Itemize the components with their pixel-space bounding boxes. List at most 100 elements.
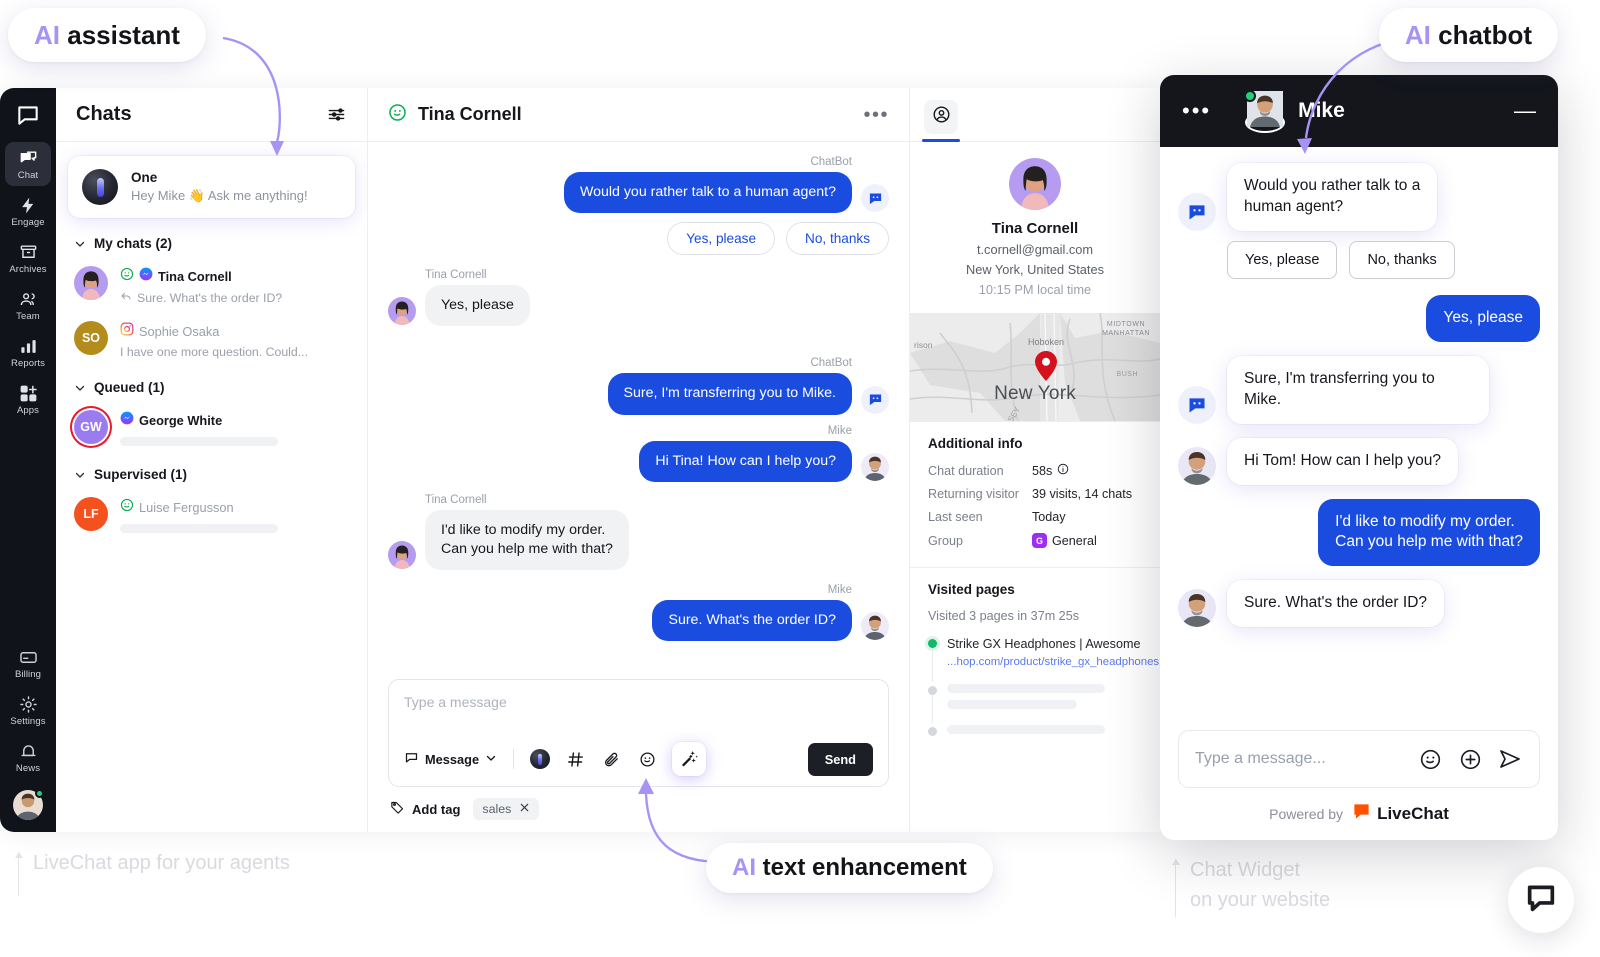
conversation-title: Tina Cornell <box>418 104 522 124</box>
avatar-image <box>1245 91 1286 133</box>
widget-message-bubble: Yes, please <box>1426 294 1540 342</box>
happy-face-icon <box>120 267 134 286</box>
chat-list-item-meta: George White <box>120 410 349 446</box>
visited-page-text <box>947 723 1105 736</box>
more-dots-icon[interactable]: ••• <box>1182 100 1211 122</box>
lightning-icon <box>18 195 38 215</box>
emoji-icon[interactable] <box>1417 746 1443 772</box>
plus-circle-icon[interactable] <box>1457 746 1483 772</box>
attachment-icon[interactable] <box>600 748 622 770</box>
quick-replies: Yes, please No, thanks <box>388 222 889 256</box>
message-row: ChatBot Would you rather talk to a human… <box>388 156 889 214</box>
sidebar-item-chat[interactable]: Chat <box>5 142 51 186</box>
sidebar-item-billing[interactable]: Billing <box>5 641 51 685</box>
status-online-dot <box>35 789 44 798</box>
callout-ai-chatbot: AI chatbot <box>1378 8 1558 62</box>
section-header-queued[interactable]: Queued (1) <box>66 368 357 403</box>
message-block: ChatBot Would you rather talk to a human… <box>563 156 852 214</box>
primary-navigation-rail: Chat Engage Archives Team Reports Apps B… <box>0 88 56 832</box>
sidebar-item-label: Archives <box>9 264 47 275</box>
minimize-icon[interactable]: — <box>1514 100 1536 122</box>
info-icon[interactable] <box>1057 463 1069 478</box>
widget-composer[interactable]: Type a message... <box>1178 730 1540 788</box>
widget-message-bubble: Sure. What's the order ID? <box>1227 580 1445 628</box>
send-button[interactable]: Send <box>807 742 873 776</box>
magic-wand-icon[interactable] <box>672 742 707 776</box>
widget-quick-reply-yes[interactable]: Yes, please <box>1227 240 1338 279</box>
emoji-icon[interactable] <box>636 748 658 770</box>
sidebar-item-reports[interactable]: Reports <box>5 330 51 374</box>
chat-item-preview-row: I have one more question. Could... <box>120 345 349 359</box>
caption-text: Chat Widget on your website <box>1190 859 1331 911</box>
sidebar-item-label: Apps <box>16 405 40 416</box>
chat-list-item-tina[interactable]: Tina Cornell Sure. What's the order ID? <box>66 259 357 314</box>
avatar <box>1244 90 1286 133</box>
chat-item-name: One <box>131 170 158 185</box>
chat-item-one-assistant[interactable]: One Hey Mike 👋 Ask me anything! <box>68 156 355 218</box>
sidebar-item-news[interactable]: News <box>5 735 51 779</box>
close-icon[interactable] <box>519 802 530 816</box>
sidebar-item-apps[interactable]: Apps <box>5 377 51 421</box>
customer-name: Tina Cornell <box>991 220 1079 237</box>
visited-page-url[interactable]: ...hop.com/product/strike_gx_headphones <box>947 656 1159 668</box>
chat-bubble-fab[interactable] <box>1508 867 1574 933</box>
chat-list-item-george[interactable]: GW George White <box>66 403 357 455</box>
callout-ai-assistant: AI assistant <box>8 8 206 62</box>
caption-arrow <box>14 852 23 896</box>
sidebar-item-engage[interactable]: Engage <box>5 189 51 233</box>
composer-wrap: Type a message Message Send Add tag sale… <box>368 671 909 832</box>
more-dots-icon[interactable]: ••• <box>863 105 889 125</box>
chat-list-item-luise[interactable]: LF Luise Fergusson <box>66 490 357 542</box>
gear-icon <box>18 694 38 714</box>
sidebar-item-label: Settings <box>10 716 46 727</box>
message-block: ChatBot Sure, I'm transferring you to Mi… <box>607 357 852 415</box>
visited-page-item[interactable] <box>928 723 1142 750</box>
chat-item-preview: I have one more question. Could... <box>120 345 308 359</box>
message-input[interactable]: Type a message <box>404 694 873 732</box>
additional-info-section: Additional info Chat duration 58s Return… <box>910 421 1160 567</box>
details-body: Tina Cornell t.cornell@gmail.com New Yor… <box>910 142 1160 832</box>
quick-reply-no[interactable]: No, thanks <box>786 222 889 256</box>
message-author: Mike <box>827 584 852 597</box>
section-header-supervised[interactable]: Supervised (1) <box>66 455 357 490</box>
visited-page-item[interactable] <box>928 682 1142 723</box>
widget-quick-reply-no[interactable]: No, thanks <box>1349 240 1455 279</box>
powered-by: Powered by LiveChat <box>1178 788 1540 830</box>
message-composer[interactable]: Type a message Message Send <box>388 679 889 787</box>
location-map[interactable]: MIDTOWN MANHATTAN Hoboken rison BUSH SEY … <box>910 313 1160 421</box>
info-value-text: 58s <box>1032 463 1053 478</box>
info-value: G General <box>1032 533 1097 548</box>
message-type-selector[interactable]: Message <box>404 750 497 768</box>
chatbot-avatar-icon <box>1178 192 1216 231</box>
one-ai-icon[interactable] <box>530 749 551 769</box>
one-assistant-avatar <box>82 169 118 205</box>
message-author: Tina Cornell <box>425 269 487 282</box>
add-tag-button[interactable]: Add tag <box>390 800 460 818</box>
section-header-my-chats[interactable]: My chats (2) <box>66 224 357 259</box>
hash-icon[interactable] <box>564 748 586 770</box>
tab-customer-details[interactable] <box>922 100 960 142</box>
visited-page-item[interactable]: Strike GX Headphones | Awesome ...hop.co… <box>928 635 1159 682</box>
message-row: Tina Cornell I'd like to modify my order… <box>388 494 889 571</box>
visited-page-title: Strike GX Headphones | Awesome <box>947 637 1141 651</box>
sidebar-item-settings[interactable]: Settings <box>5 688 51 732</box>
avatar <box>861 612 889 641</box>
quick-reply-yes[interactable]: Yes, please <box>667 222 776 256</box>
status-dot <box>928 639 937 648</box>
avatar-current-agent[interactable] <box>13 789 44 820</box>
tag-chip-sales[interactable]: sales <box>473 798 540 820</box>
chevron-down-icon <box>485 752 497 767</box>
speech-bubble-icon <box>404 750 419 768</box>
sidebar-item-team[interactable]: Team <box>5 283 51 327</box>
reports-icon <box>18 336 38 356</box>
filter-sliders-icon[interactable] <box>325 104 347 126</box>
chat-list-item-sophie[interactable]: SO Sophie Osaka I have one more question… <box>66 314 357 368</box>
sidebar-item-label: Chat <box>17 170 39 181</box>
widget-message-input[interactable]: Type a message... <box>1195 750 1403 768</box>
timeline-stem <box>932 695 933 723</box>
chat-item-name: Tina Cornell <box>158 269 232 284</box>
tags-row: Add tag sales <box>388 787 889 820</box>
instagram-icon <box>120 322 134 341</box>
send-icon[interactable] <box>1497 746 1523 772</box>
sidebar-item-archives[interactable]: Archives <box>5 236 51 280</box>
